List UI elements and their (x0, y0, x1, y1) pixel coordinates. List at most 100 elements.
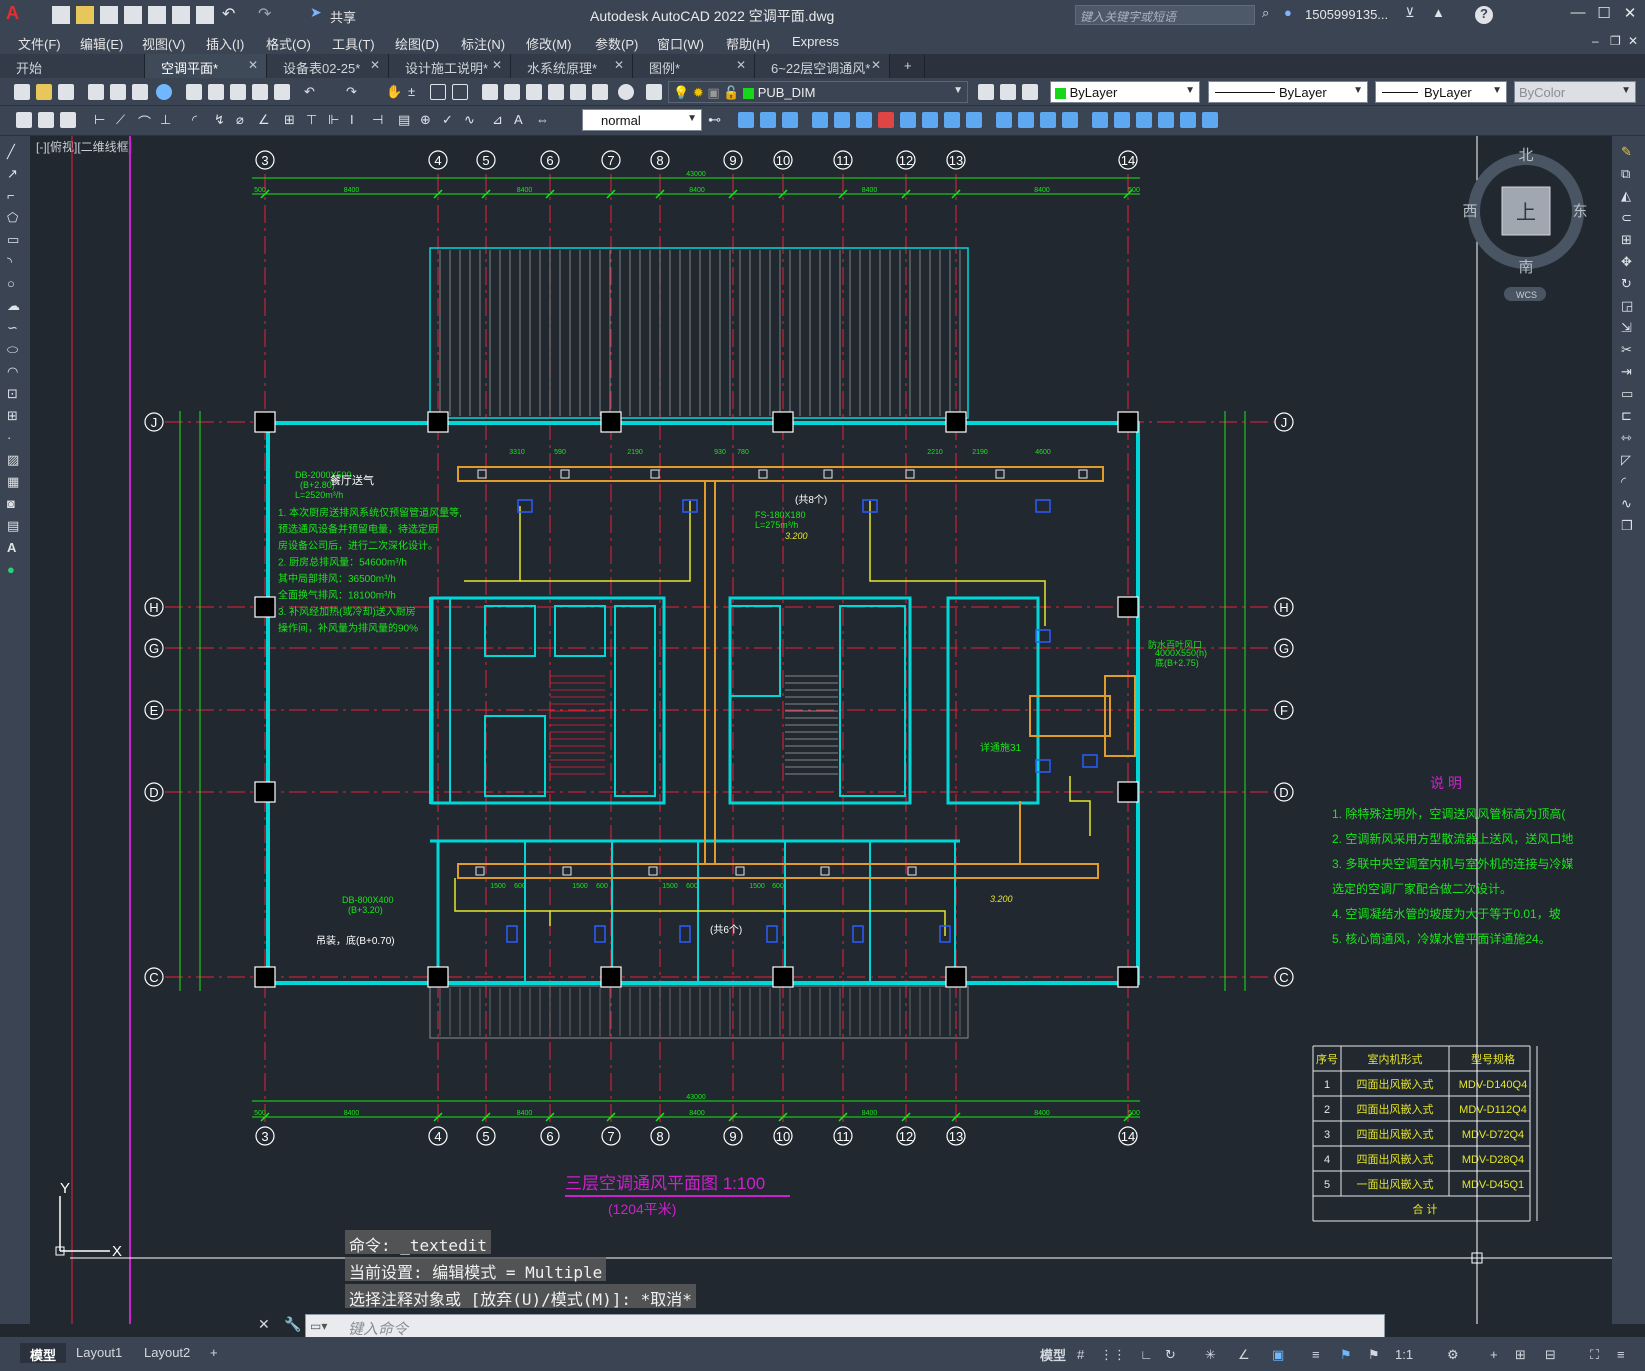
tool-icon[interactable] (16, 112, 32, 128)
3d-tool-icon[interactable] (1040, 112, 1056, 128)
chamfer-icon[interactable]: ◸ (1621, 452, 1637, 468)
lightbulb-icon[interactable]: 💡 (673, 85, 689, 100)
polygon-icon[interactable]: ⬠ (7, 210, 23, 226)
construction-line-icon[interactable]: ↗ (7, 166, 23, 182)
units-icon[interactable]: ⊞ (1515, 1347, 1530, 1362)
make-current-icon[interactable] (978, 84, 994, 100)
mirror-icon[interactable]: ◭ (1621, 188, 1637, 204)
close-tab-icon[interactable]: ✕ (248, 58, 258, 72)
sun-icon[interactable]: ✹ (693, 85, 704, 100)
menu-file[interactable]: 文件(F) (18, 34, 61, 53)
3d-tool-icon[interactable] (922, 112, 938, 128)
table-icon[interactable]: ▤ (7, 518, 23, 534)
baseline-icon[interactable]: ⊤ (306, 112, 322, 128)
lineweight-dropdown[interactable]: ByLayer ▼ (1375, 81, 1507, 103)
revcloud-icon[interactable]: ☁ (7, 298, 23, 314)
3d-tool-icon[interactable] (966, 112, 982, 128)
doc-restore-icon[interactable]: ❐ (1610, 34, 1621, 48)
tab-equipment-table[interactable]: 设备表02-25* ✕ (267, 54, 389, 78)
maximize-button[interactable]: ☐ (1591, 4, 1617, 26)
menu-help[interactable]: 帮助(H) (726, 34, 770, 53)
search-icon[interactable]: ⌕ (1262, 5, 1280, 23)
3d-tool-icon[interactable] (1158, 112, 1174, 128)
linear-dim-icon[interactable]: ⊢ (94, 112, 110, 128)
diameter-icon[interactable]: ⌀ (236, 112, 252, 128)
annotation-monitor-icon[interactable]: + (1490, 1347, 1505, 1362)
undo-icon[interactable]: ↶ (304, 84, 320, 100)
linetype-dropdown[interactable]: ByLayer ▼ (1208, 81, 1368, 103)
menu-parameter[interactable]: 参数(P) (595, 34, 638, 53)
annotation-scale[interactable]: 1:1 (1395, 1347, 1425, 1362)
rotate-icon[interactable]: ↻ (1621, 276, 1637, 292)
autodesk-a360-icon[interactable]: ▲ (1432, 5, 1450, 23)
new-tab-button[interactable]: + (895, 54, 925, 78)
doc-minimize-icon[interactable]: – (1592, 34, 1599, 48)
print-icon[interactable] (196, 6, 214, 24)
trim-icon[interactable]: ✂ (1621, 342, 1637, 358)
offset-icon[interactable]: ⊂ (1621, 210, 1637, 226)
erase-icon[interactable]: ✎ (1621, 144, 1637, 160)
arc-icon[interactable]: ◝ (7, 254, 23, 270)
redo-icon[interactable]: ↷ (258, 4, 276, 23)
plotstyle-dropdown[interactable]: ByColor ▼ (1514, 81, 1636, 103)
copy-object-icon[interactable]: ⧉ (1621, 166, 1637, 182)
viewcube[interactable]: 上 北 南 东 西 WCS (1462, 147, 1588, 301)
angular-icon[interactable]: ∠ (258, 112, 274, 128)
close-tab-icon[interactable]: ✕ (370, 58, 380, 72)
lock-icon[interactable]: 🔓 (723, 85, 739, 100)
save-icon[interactable] (100, 6, 118, 24)
command-dropdown-icon[interactable]: ▭▾ (310, 1319, 327, 1333)
minimize-button[interactable]: — (1565, 4, 1591, 26)
cut-icon[interactable] (186, 84, 202, 100)
explode-icon[interactable]: ❒ (1621, 518, 1637, 534)
object-snap-icon[interactable]: ▣ (1272, 1347, 1287, 1362)
menu-view[interactable]: 视图(V) (142, 34, 185, 53)
3d-tool-icon[interactable] (1092, 112, 1108, 128)
3d-tool-icon[interactable] (834, 112, 850, 128)
tab-design-notes[interactable]: 设计施工说明* ✕ (389, 54, 511, 78)
3d-tool-icon[interactable] (996, 112, 1012, 128)
3d-tool-icon[interactable] (1136, 112, 1152, 128)
doc-close-icon[interactable]: ✕ (1628, 34, 1638, 48)
close-tab-icon[interactable]: ✕ (736, 58, 746, 72)
layer-properties-icon[interactable] (646, 84, 662, 100)
tolerance-icon[interactable]: ▤ (398, 112, 414, 128)
polyline-icon[interactable]: ⌐ (7, 188, 23, 204)
calculator-icon[interactable] (592, 84, 608, 100)
annotation-visibility-icon[interactable]: ⚑ (1340, 1347, 1355, 1362)
layer-dropdown[interactable]: 💡 ✹ ▣ 🔓 PUB_DIM ▼ (668, 81, 968, 103)
menu-window[interactable]: 窗口(W) (657, 34, 704, 53)
break-icon[interactable]: ⊏ (1621, 408, 1637, 424)
line-icon[interactable]: ╱ (7, 144, 23, 160)
help-icon[interactable]: ? (1475, 6, 1493, 24)
inspect-icon[interactable]: ✓ (442, 112, 458, 128)
tool-icon[interactable] (38, 112, 54, 128)
customize-icon[interactable]: 🔧 (284, 1316, 301, 1333)
3d-tool-icon[interactable] (812, 112, 828, 128)
add-selected-icon[interactable]: ● (7, 562, 23, 578)
paste-icon[interactable] (230, 84, 246, 100)
workspace-gear-icon[interactable]: ⚙ (1447, 1347, 1462, 1362)
plot-icon[interactable] (88, 84, 104, 100)
dimstyle-icon[interactable]: ⊷ (708, 112, 724, 128)
tab-water-system[interactable]: 水系统原理* ✕ (511, 54, 633, 78)
undo-icon[interactable]: ↶ (222, 4, 240, 23)
spline-icon[interactable]: ∽ (7, 320, 23, 336)
wcs-menu[interactable]: WCS (1516, 290, 1537, 300)
space-icon[interactable]: I (350, 112, 366, 128)
blend-icon[interactable]: ∿ (1621, 496, 1637, 512)
close-command-icon[interactable]: ✕ (258, 1316, 270, 1333)
tab-start[interactable]: 开始 (0, 54, 145, 78)
3d-tool-icon[interactable] (782, 112, 798, 128)
extend-icon[interactable]: ⇥ (1621, 364, 1637, 380)
zoom-realtime-icon[interactable]: ± (408, 84, 424, 100)
dimtedit-icon[interactable]: A (514, 112, 530, 128)
add-layout-button[interactable]: + (200, 1343, 228, 1363)
snap-icon[interactable]: ⋮⋮ (1100, 1347, 1126, 1362)
customization-menu-icon[interactable]: ≡ (1617, 1347, 1632, 1362)
3d-tool-icon[interactable] (1202, 112, 1218, 128)
lineweight-icon[interactable]: ≡ (1312, 1347, 1327, 1362)
new-file-icon[interactable] (52, 6, 70, 24)
match-properties-icon[interactable] (252, 84, 268, 100)
pan-icon[interactable]: ✋ (386, 84, 402, 100)
